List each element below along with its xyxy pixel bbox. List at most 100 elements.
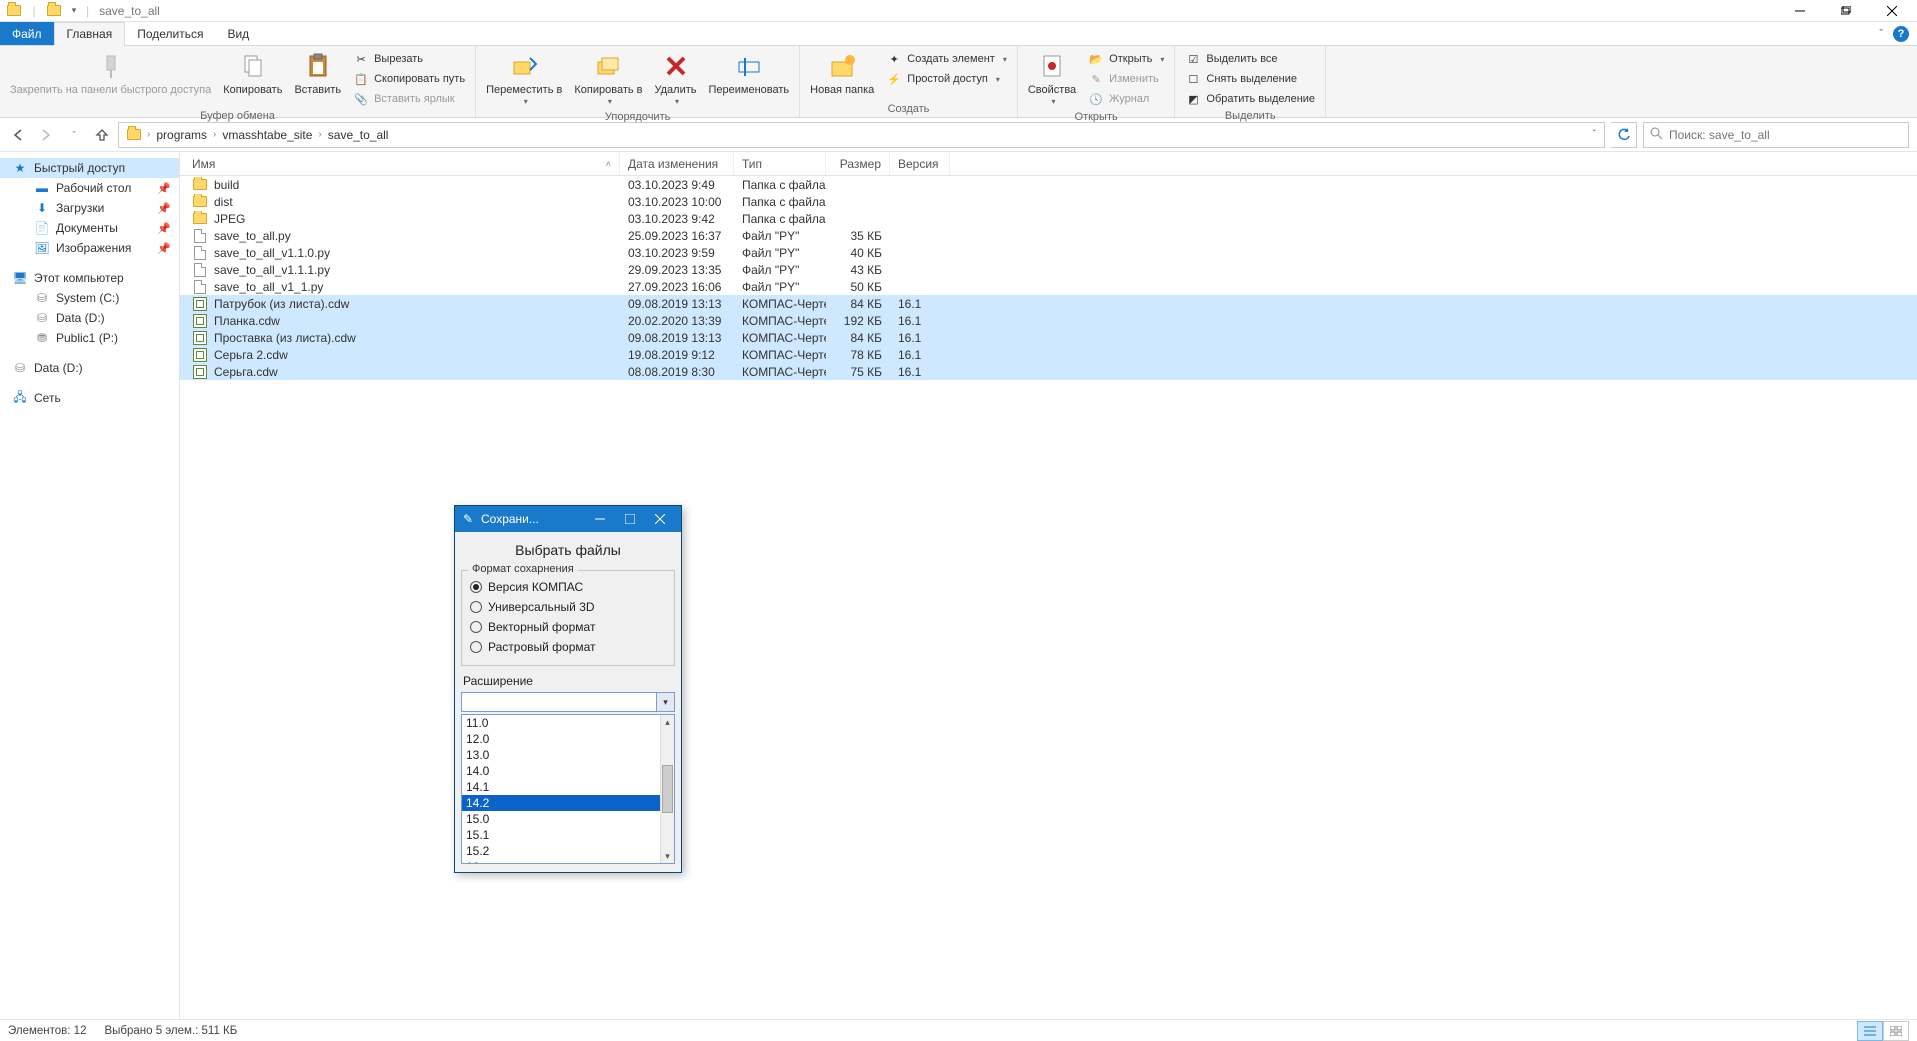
cut-button[interactable]: ✂Вырезать	[349, 50, 469, 68]
breadcrumb-segment[interactable]: programs	[152, 128, 211, 142]
dialog-minimize-button[interactable]	[585, 506, 615, 532]
edit-button[interactable]: ✎Изменить	[1084, 70, 1168, 88]
extension-combo[interactable]: ▾	[461, 692, 675, 712]
scroll-thumb[interactable]	[662, 765, 673, 813]
up-button[interactable]	[92, 125, 112, 145]
dialog-close-button[interactable]	[645, 506, 675, 532]
tab-share[interactable]: Поделиться	[125, 22, 215, 45]
file-row[interactable]: Патрубок (из листа).cdw09.08.2019 13:13К…	[180, 295, 1917, 312]
breadcrumb[interactable]: › programs › vmasshtabe_site › save_to_a…	[118, 122, 1605, 148]
file-row[interactable]: Серьга 2.cdw19.08.2019 9:12КОМПАС-Чертеж…	[180, 346, 1917, 363]
radio-universal-3d[interactable]: Универсальный 3D	[470, 597, 666, 617]
invert-selection-button[interactable]: ◩Обратить выделение	[1181, 90, 1319, 108]
open-button[interactable]: 📂Открыть▾	[1084, 50, 1168, 68]
combo-dropdown-button[interactable]: ▾	[656, 693, 674, 711]
copy-button[interactable]: Копировать	[219, 48, 286, 98]
search-input[interactable]	[1669, 128, 1902, 142]
back-button[interactable]	[8, 125, 28, 145]
select-none-button[interactable]: ☐Снять выделение	[1181, 70, 1319, 88]
file-row[interactable]: Проставка (из листа).cdw09.08.2019 13:13…	[180, 329, 1917, 346]
version-option[interactable]: 14.0	[462, 763, 660, 779]
view-details-button[interactable]	[1857, 1021, 1883, 1041]
column-version[interactable]: Версия	[890, 152, 950, 175]
forward-button[interactable]	[36, 125, 56, 145]
file-row[interactable]: build03.10.2023 9:49Папка с файлами	[180, 176, 1917, 193]
file-row[interactable]: Серьга.cdw08.08.2019 8:30КОМПАС-Чертеж75…	[180, 363, 1917, 380]
dialog-titlebar[interactable]: ✎ Сохрани...	[455, 506, 681, 532]
properties-button[interactable]: Свойства▾	[1024, 48, 1080, 109]
move-to-button[interactable]: Переместить в▾	[482, 48, 566, 109]
dialog-maximize-button[interactable]	[615, 506, 645, 532]
delete-button[interactable]: Удалить▾	[651, 48, 701, 109]
tab-file[interactable]: Файл	[0, 22, 54, 45]
folder-open-icon[interactable]	[46, 3, 62, 19]
sidebar-pictures[interactable]: 🖼Изображения📌	[0, 238, 179, 258]
paste-button[interactable]: Вставить	[290, 48, 345, 98]
pin-quickaccess-button[interactable]: Закрепить на панели быстрого доступа	[6, 48, 215, 98]
tab-home[interactable]: Главная	[54, 22, 126, 46]
breadcrumb-segment[interactable]: save_to_all	[324, 128, 393, 142]
ribbon-expand-icon[interactable]: ˇ	[1879, 28, 1883, 40]
version-option[interactable]: 15.0	[462, 811, 660, 827]
file-row[interactable]: save_to_all_v1.1.0.py03.10.2023 9:59Файл…	[180, 244, 1917, 261]
copy-path-button[interactable]: 📋Скопировать путь	[349, 70, 469, 88]
file-row[interactable]: Планка.cdw20.02.2020 13:39КОМПАС-Чертеж1…	[180, 312, 1917, 329]
version-option[interactable]: 11.0	[462, 715, 660, 731]
history-button[interactable]: 🕓Журнал	[1084, 90, 1168, 108]
maximize-button[interactable]	[1823, 0, 1869, 22]
breadcrumb-segment[interactable]: vmasshtabe_site	[218, 128, 316, 142]
file-row[interactable]: save_to_all_v1.1.1.py29.09.2023 13:35Фай…	[180, 261, 1917, 278]
sidebar-documents[interactable]: 📄Документы📌	[0, 218, 179, 238]
column-type[interactable]: Тип	[734, 152, 826, 175]
help-icon[interactable]: ?	[1893, 26, 1909, 42]
scroll-up-button[interactable]: ▴	[661, 715, 674, 729]
version-option[interactable]: 12.0	[462, 731, 660, 747]
file-row[interactable]: save_to_all_v1_1.py27.09.2023 16:06Файл …	[180, 278, 1917, 295]
version-listbox[interactable]: 11.012.013.014.014.114.215.015.115.216 ▴…	[461, 714, 675, 864]
sidebar-drive-d[interactable]: ⛁Data (D:)	[0, 308, 179, 328]
file-row[interactable]: JPEG03.10.2023 9:42Папка с файлами	[180, 210, 1917, 227]
scrollbar[interactable]: ▴ ▾	[660, 715, 674, 863]
version-option[interactable]: 16	[462, 859, 660, 864]
sidebar-downloads[interactable]: ⬇Загрузки📌	[0, 198, 179, 218]
version-option[interactable]: 15.1	[462, 827, 660, 843]
select-all-button[interactable]: ☑Выделить все	[1181, 50, 1319, 68]
chevron-right-icon[interactable]: ›	[213, 129, 216, 140]
version-option[interactable]: 15.2	[462, 843, 660, 859]
chevron-right-icon[interactable]: ›	[147, 129, 150, 140]
version-option[interactable]: 14.1	[462, 779, 660, 795]
version-option[interactable]: 13.0	[462, 747, 660, 763]
paste-shortcut-button[interactable]: 📎Вставить ярлык	[349, 90, 469, 108]
radio-vector[interactable]: Векторный формат	[470, 617, 666, 637]
qat-dropdown-icon[interactable]: ▾	[66, 3, 82, 19]
search-box[interactable]	[1643, 122, 1909, 148]
close-button[interactable]	[1869, 0, 1915, 22]
sidebar-desktop[interactable]: ▬Рабочий стол📌	[0, 178, 179, 198]
rename-button[interactable]: Переименовать	[705, 48, 794, 98]
new-item-button[interactable]: ✦Создать элемент▾	[882, 50, 1011, 68]
column-name[interactable]: Имя˄	[180, 152, 620, 175]
sidebar-this-pc[interactable]: 🖥Этот компьютер	[0, 268, 179, 288]
sidebar-drive-c[interactable]: ⛁System (C:)	[0, 288, 179, 308]
file-row[interactable]: dist03.10.2023 10:00Папка с файлами	[180, 193, 1917, 210]
column-size[interactable]: Размер	[826, 152, 890, 175]
radio-kompas[interactable]: Версия КОМПАС	[470, 577, 666, 597]
breadcrumb-root-icon[interactable]	[123, 129, 145, 140]
refresh-button[interactable]	[1611, 122, 1637, 148]
sidebar-drive-p[interactable]: ⛃Public1 (P:)	[0, 328, 179, 348]
sidebar-drive-d2[interactable]: ⛁Data (D:)	[0, 358, 179, 378]
breadcrumb-dropdown-icon[interactable]: ˇ	[1593, 129, 1600, 140]
chevron-right-icon[interactable]: ›	[318, 129, 321, 140]
column-date[interactable]: Дата изменения	[620, 152, 734, 175]
easy-access-button[interactable]: ⚡Простой доступ▾	[882, 70, 1011, 88]
radio-raster[interactable]: Растровый формат	[470, 637, 666, 657]
sidebar-network[interactable]: 🖧Сеть	[0, 388, 179, 408]
recent-dropdown[interactable]: ˇ	[64, 125, 84, 145]
new-folder-button[interactable]: Новая папка	[806, 48, 878, 98]
file-row[interactable]: save_to_all.py25.09.2023 16:37Файл "PY"3…	[180, 227, 1917, 244]
scroll-down-button[interactable]: ▾	[661, 849, 674, 863]
combo-input[interactable]	[462, 693, 656, 711]
sidebar-quick-access[interactable]: ★Быстрый доступ	[0, 158, 179, 178]
tab-view[interactable]: Вид	[215, 22, 261, 45]
view-thumbnails-button[interactable]	[1883, 1021, 1909, 1041]
